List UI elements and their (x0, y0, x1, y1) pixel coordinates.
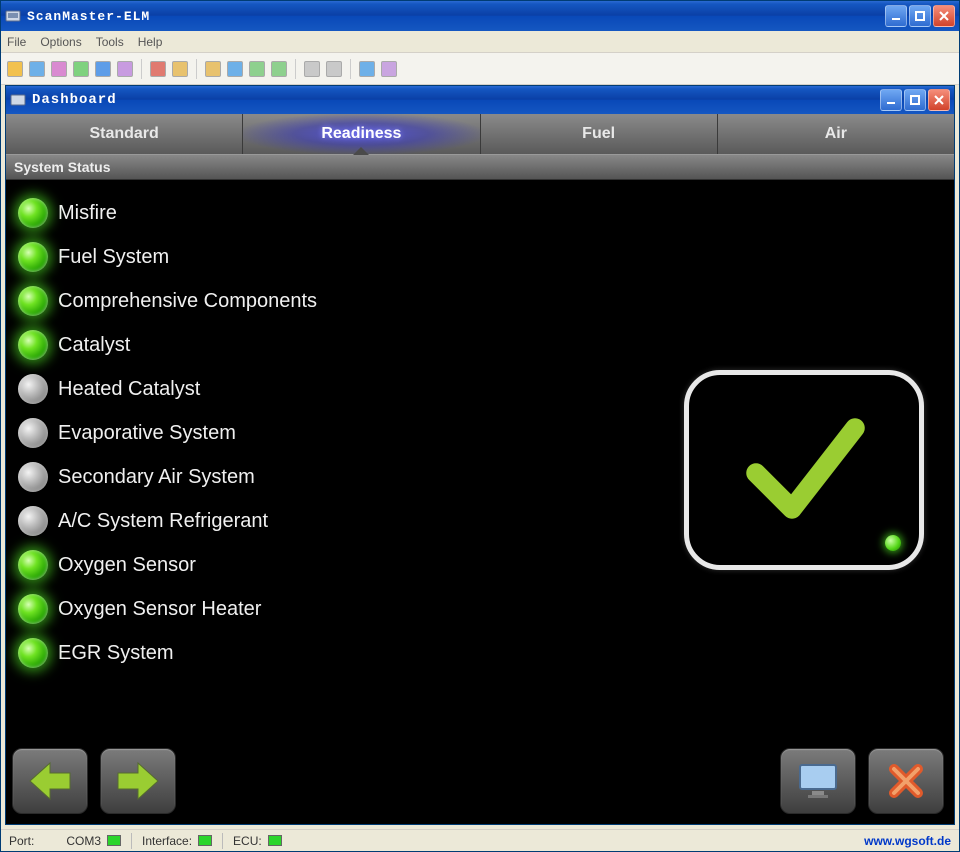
tab-standard[interactable]: Standard (6, 114, 243, 154)
toolbar-icon[interactable] (7, 61, 23, 77)
status-link[interactable]: www.wgsoft.de (864, 834, 951, 848)
status-row: Oxygen Sensor (18, 550, 317, 580)
inner-area: Dashboard StandardReadinessFuelAir Syste… (1, 85, 959, 829)
outer-minimize-button[interactable] (885, 5, 907, 27)
outer-window: ScanMaster-ELM File Options Tools Help (0, 0, 960, 852)
status-label: Secondary Air System (58, 466, 255, 489)
toolbar-icon[interactable] (172, 61, 188, 77)
status-row: A/C System Refrigerant (18, 506, 317, 536)
tab-readiness[interactable]: Readiness (243, 114, 480, 154)
outer-maximize-button[interactable] (909, 5, 931, 27)
outer-close-button[interactable] (933, 5, 955, 27)
toolbar-icon[interactable] (227, 61, 243, 77)
menu-file[interactable]: File (7, 35, 26, 49)
toolbar (1, 53, 959, 85)
monitor-icon (796, 761, 840, 801)
inner-titlebar[interactable]: Dashboard (6, 86, 954, 114)
status-label: Fuel System (58, 246, 169, 269)
next-button[interactable] (100, 748, 176, 814)
status-led-icon (18, 638, 48, 668)
toolbar-icon[interactable] (73, 61, 89, 77)
status-port-value: COM3 (66, 834, 101, 848)
status-label: Evaporative System (58, 422, 236, 445)
toolbar-icon[interactable] (117, 61, 133, 77)
status-row: EGR System (18, 638, 317, 668)
status-label: Catalyst (58, 334, 130, 357)
section-header: System Status (6, 154, 954, 180)
status-row: Comprehensive Components (18, 286, 317, 316)
status-led-icon (18, 506, 48, 536)
port-led-icon (107, 835, 121, 846)
tab-air[interactable]: Air (718, 114, 954, 154)
inner-window: Dashboard StandardReadinessFuelAir Syste… (5, 85, 955, 825)
close-icon (886, 761, 926, 801)
cancel-button[interactable] (868, 748, 944, 814)
toolbar-icon[interactable] (304, 61, 320, 77)
status-led-icon (18, 594, 48, 624)
toolbar-icon[interactable] (381, 61, 397, 77)
readiness-dot-icon (885, 535, 901, 551)
status-row: Secondary Air System (18, 462, 317, 492)
menu-tools[interactable]: Tools (96, 35, 124, 49)
inner-close-button[interactable] (928, 89, 950, 111)
content-area: Misfire Fuel System Comprehensive Componen… (6, 180, 954, 824)
status-label: EGR System (58, 642, 174, 665)
status-list: Misfire Fuel System Comprehensive Componen… (6, 180, 327, 824)
toolbar-icon[interactable] (326, 61, 342, 77)
status-label: Comprehensive Components (58, 290, 317, 313)
statusbar: Port: COM3 Interface: ECU: www.wgsoft.de (1, 829, 959, 851)
toolbar-icon[interactable] (205, 61, 221, 77)
status-led-icon (18, 286, 48, 316)
toolbar-icon[interactable] (29, 61, 45, 77)
screen-button[interactable] (780, 748, 856, 814)
toolbar-icon[interactable] (51, 61, 67, 77)
status-row: Evaporative System (18, 418, 317, 448)
dashboard-icon (10, 92, 26, 108)
inner-minimize-button[interactable] (880, 89, 902, 111)
prev-button[interactable] (12, 748, 88, 814)
menu-options[interactable]: Options (40, 35, 81, 49)
ecu-led-icon (268, 835, 282, 846)
status-label: Misfire (58, 202, 117, 225)
status-label: Oxygen Sensor Heater (58, 598, 261, 621)
tab-fuel[interactable]: Fuel (481, 114, 718, 154)
interface-led-icon (198, 835, 212, 846)
status-led-icon (18, 242, 48, 272)
status-label: Heated Catalyst (58, 378, 200, 401)
readiness-check-panel (684, 370, 924, 570)
outer-titlebar[interactable]: ScanMaster-ELM (1, 1, 959, 31)
toolbar-icon[interactable] (95, 61, 111, 77)
status-led-icon (18, 198, 48, 228)
arrow-right-icon (114, 761, 162, 801)
tabs: StandardReadinessFuelAir (6, 114, 954, 154)
status-interface-label: Interface: (142, 834, 192, 848)
status-ecu-label: ECU: (233, 834, 262, 848)
status-label: Oxygen Sensor (58, 554, 196, 577)
status-led-icon (18, 418, 48, 448)
app-icon (5, 8, 21, 24)
outer-window-title: ScanMaster-ELM (27, 9, 885, 24)
menu-help[interactable]: Help (138, 35, 163, 49)
status-row: Misfire (18, 198, 317, 228)
menubar: File Options Tools Help (1, 31, 959, 53)
status-led-icon (18, 330, 48, 360)
status-row: Fuel System (18, 242, 317, 272)
toolbar-icon[interactable] (271, 61, 287, 77)
status-led-icon (18, 550, 48, 580)
toolbar-icon[interactable] (249, 61, 265, 77)
status-row: Oxygen Sensor Heater (18, 594, 317, 624)
status-row: Heated Catalyst (18, 374, 317, 404)
checkmark-icon (729, 395, 879, 545)
status-led-icon (18, 374, 48, 404)
status-led-icon (18, 462, 48, 492)
status-label: A/C System Refrigerant (58, 510, 268, 533)
inner-window-title: Dashboard (32, 92, 880, 108)
status-port-label: Port: (9, 834, 34, 848)
inner-maximize-button[interactable] (904, 89, 926, 111)
toolbar-icon[interactable] (359, 61, 375, 77)
toolbar-icon[interactable] (150, 61, 166, 77)
arrow-left-icon (26, 761, 74, 801)
status-row: Catalyst (18, 330, 317, 360)
